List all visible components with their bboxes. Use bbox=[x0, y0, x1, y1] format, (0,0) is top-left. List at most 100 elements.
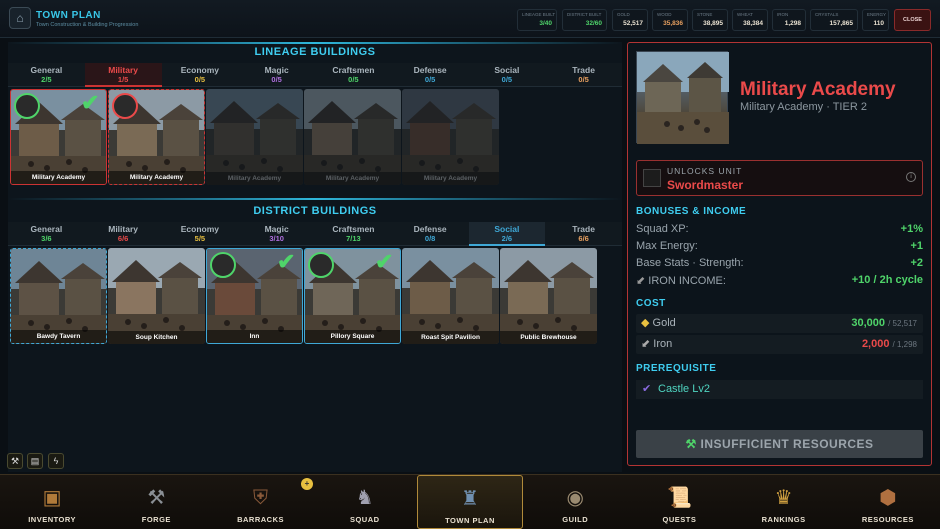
resources-icon: ⬢ bbox=[879, 487, 897, 509]
cost-row-iron: ⬋ Iron 2,000 / 1,298 bbox=[636, 335, 923, 354]
district-card[interactable]: Soup Kitchen bbox=[108, 248, 205, 344]
tab-economy[interactable]: Economy 0/5 bbox=[161, 63, 239, 87]
nav-town-plan[interactable]: ♜ TOWN PLAN bbox=[416, 475, 524, 529]
tab-defense[interactable]: Defense 0/8 bbox=[391, 222, 469, 246]
tab-count: 5/5 bbox=[194, 234, 206, 243]
tab-label: Craftsmen bbox=[332, 65, 375, 75]
tab-label: Social bbox=[494, 65, 520, 75]
lineage-card[interactable]: Military Academy bbox=[304, 89, 401, 185]
lineage-card[interactable]: Military Academy bbox=[402, 89, 499, 185]
tab-economy[interactable]: Economy 5/5 bbox=[161, 222, 239, 246]
district-card[interactable]: Inn ✔ bbox=[206, 248, 303, 344]
resource-label: STONE bbox=[697, 12, 713, 17]
lightning-icon[interactable]: ϟ bbox=[48, 453, 64, 469]
resource-wood: WOOD 35,836 bbox=[652, 9, 688, 31]
anvil-icon: ⚒ bbox=[147, 487, 166, 509]
tab-general[interactable]: General 2/5 bbox=[8, 63, 85, 87]
tab-label: Trade bbox=[572, 224, 595, 234]
tab-military[interactable]: Military 1/5 bbox=[84, 63, 162, 87]
resource-wheat: WHEAT 38,384 bbox=[732, 9, 768, 31]
check-icon: ✔ bbox=[277, 249, 296, 274]
unlocks-label: UNLOCKS UNIT bbox=[667, 166, 743, 176]
bonuses-title: BONUSES & INCOME bbox=[636, 206, 747, 217]
tab-count: 2/6 bbox=[501, 234, 513, 243]
nav-label: FORGE bbox=[141, 515, 171, 524]
bonus-row: Max Energy: +1 bbox=[636, 240, 923, 252]
nav-inventory[interactable]: ▣ INVENTORY bbox=[0, 475, 104, 529]
nav-label: SQUAD bbox=[349, 515, 380, 524]
nav-forge[interactable]: ⚒ FORGE bbox=[104, 475, 208, 529]
tab-label: Craftsmen bbox=[332, 224, 375, 234]
nav-resources[interactable]: ⬢ RESOURCES bbox=[836, 475, 940, 529]
cost-have: / 52,517 bbox=[888, 319, 917, 328]
info-icon[interactable]: i bbox=[906, 172, 916, 182]
nav-squad[interactable]: ♞ SQUAD bbox=[313, 475, 417, 529]
check-icon: ✔ bbox=[642, 383, 652, 395]
nav-quests[interactable]: 📜 QUESTS bbox=[627, 475, 731, 529]
card-label: Roast Spit Pavilion bbox=[402, 331, 499, 344]
district-card[interactable]: Public Brewhouse bbox=[500, 248, 597, 344]
hammer-icon: ⚒ bbox=[685, 437, 697, 451]
close-button[interactable]: CLOSE bbox=[894, 9, 931, 31]
district-card[interactable]: Roast Spit Pavilion bbox=[402, 248, 499, 344]
resource-label: IRON bbox=[777, 12, 789, 17]
tab-label: Economy bbox=[180, 224, 219, 234]
card-label: Soup Kitchen bbox=[108, 331, 205, 344]
tab-count: 1/5 bbox=[117, 75, 129, 84]
tab-craftsmen[interactable]: Craftsmen 7/13 bbox=[315, 222, 392, 246]
resource-label: WOOD bbox=[657, 12, 672, 17]
tab-label: Social bbox=[494, 224, 520, 234]
district-card[interactable]: Bawdy Tavern bbox=[10, 248, 107, 344]
tab-magic[interactable]: Magic 0/5 bbox=[238, 63, 315, 87]
district-card[interactable]: Pillory Square ✔ bbox=[304, 248, 401, 344]
cost-need: 2,000 bbox=[861, 338, 890, 350]
lineage-card[interactable]: Military Academy bbox=[206, 89, 303, 185]
tab-trade[interactable]: Trade 6/6 bbox=[545, 222, 622, 246]
cost-need: 30,000 bbox=[851, 317, 886, 329]
tab-trade[interactable]: Trade 0/5 bbox=[545, 63, 622, 87]
card-label: Military Academy bbox=[206, 172, 303, 185]
lineage-card[interactable]: Military Academy ✔ bbox=[10, 89, 107, 185]
lineage-card[interactable]: Military Academy bbox=[108, 89, 205, 185]
tab-label: Magic bbox=[264, 65, 289, 75]
book-icon[interactable]: ▤ bbox=[27, 453, 43, 469]
insufficient-resources-button[interactable]: ⚒ INSUFFICIENT RESOURCES bbox=[636, 430, 923, 458]
card-label: Military Academy bbox=[304, 172, 401, 185]
bottom-nav: ▣ INVENTORY ⚒ FORGE ⛨ BARRACKS ♞ SQUAD ♜ TOWN PLA… bbox=[0, 474, 940, 529]
prereq-item: ✔ Castle Lv2 bbox=[636, 380, 923, 399]
resource-label: LINEAGE BUILT bbox=[522, 12, 556, 17]
tab-magic[interactable]: Magic 3/10 bbox=[238, 222, 315, 246]
bonus-value: +1 bbox=[910, 240, 923, 252]
nav-guild[interactable]: ◉ GUILD bbox=[523, 475, 627, 529]
resource-value: 35,836 bbox=[663, 20, 683, 27]
tab-craftsmen[interactable]: Craftsmen 0/5 bbox=[315, 63, 392, 87]
tab-label: Trade bbox=[572, 65, 595, 75]
tab-general[interactable]: General 3/6 bbox=[8, 222, 85, 246]
resource-value: 38,384 bbox=[743, 20, 763, 27]
tab-count: 0/5 bbox=[501, 75, 513, 84]
card-label: Bawdy Tavern bbox=[11, 330, 106, 343]
tab-social[interactable]: Social 2/6 bbox=[468, 222, 546, 246]
castle-icon: ♜ bbox=[461, 488, 479, 510]
cost-have: / 1,298 bbox=[892, 340, 917, 349]
nav-label: GUILD bbox=[562, 515, 589, 524]
tab-count: 7/13 bbox=[346, 234, 361, 243]
tab-count: 6/6 bbox=[117, 234, 129, 243]
bonus-label: Base Stats · Strength: bbox=[636, 257, 744, 269]
tab-social[interactable]: Social 0/5 bbox=[468, 63, 546, 87]
unit-name: Swordmaster bbox=[667, 178, 744, 192]
check-icon: ✔ bbox=[375, 249, 394, 274]
hammer-icon[interactable]: ⚒ bbox=[7, 453, 23, 469]
unlocks-unit-box[interactable]: UNLOCKS UNIT Swordmaster i bbox=[636, 160, 923, 196]
district-title: DISTRICT BUILDINGS bbox=[253, 205, 377, 217]
cost-label: Gold bbox=[652, 317, 676, 329]
scroll-icon: 📜 bbox=[666, 487, 692, 509]
bonus-value: +10 / 2h cycle bbox=[851, 274, 923, 286]
tab-count: 2/5 bbox=[41, 75, 52, 84]
unit-avatar-icon bbox=[210, 252, 236, 278]
nav-rankings[interactable]: ♛ RANKINGS bbox=[732, 475, 836, 529]
tab-military[interactable]: Military 6/6 bbox=[84, 222, 162, 246]
tab-defense[interactable]: Defense 0/5 bbox=[391, 63, 469, 87]
cost-row-gold: ◆ Gold 30,000 / 52,517 bbox=[636, 314, 923, 333]
nav-barracks[interactable]: ⛨ BARRACKS bbox=[208, 475, 312, 529]
